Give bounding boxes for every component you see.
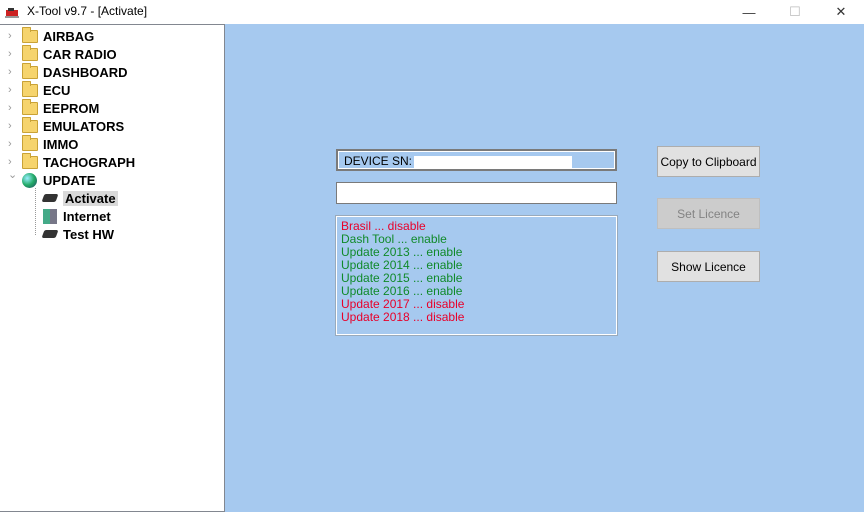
folder-icon	[22, 26, 38, 43]
expand-icon[interactable]: ›	[8, 48, 18, 60]
title-bar: X-Tool v9.7 - [Activate] — ☐ ✕	[0, 0, 864, 24]
tree-item-ecu[interactable]: › ECU	[8, 80, 71, 99]
tree-item-label: ECU	[43, 82, 71, 98]
expand-icon[interactable]: ›	[8, 66, 18, 78]
folder-icon	[22, 98, 38, 115]
set-licence-button[interactable]: Set Licence	[657, 198, 760, 229]
collapse-icon[interactable]: ⌄	[8, 168, 18, 181]
expand-icon[interactable]: ›	[8, 156, 18, 168]
tree-item-label: IMMO	[43, 136, 79, 152]
tree-item-label: TACHOGRAPH	[43, 154, 136, 170]
chip-icon	[41, 194, 59, 202]
tree-item-airbag[interactable]: › AIRBAG	[8, 26, 95, 45]
expand-icon[interactable]: ›	[8, 84, 18, 96]
tree-item-test-hw[interactable]: Test HW	[41, 225, 115, 243]
tree-item-tachograph[interactable]: › TACHOGRAPH	[8, 152, 136, 171]
licence-status-list: Brasil ... disable Dash Tool ... enable Up…	[335, 215, 618, 336]
tree-item-car-radio[interactable]: › CAR RADIO	[8, 44, 117, 63]
tree-item-internet[interactable]: Internet	[43, 207, 111, 225]
globe-icon	[22, 172, 37, 188]
tree-item-update[interactable]: ⌄ UPDATE	[8, 169, 96, 189]
tree-item-label: EEPROM	[43, 100, 100, 116]
window-title: X-Tool v9.7 - [Activate]	[27, 4, 148, 18]
tree-item-label: CAR RADIO	[43, 46, 117, 62]
expand-icon[interactable]: ›	[8, 30, 18, 42]
show-licence-button[interactable]: Show Licence	[657, 251, 760, 282]
tree-item-label: EMULATORS	[43, 118, 125, 134]
device-sn-field: DEVICE SN:	[336, 149, 617, 171]
folder-icon	[22, 116, 38, 133]
app-icon	[5, 8, 19, 18]
tree-item-label: Internet	[63, 208, 111, 224]
tree-item-label: DASHBOARD	[43, 64, 128, 80]
tree-item-label: Activate	[63, 190, 118, 206]
device-sn-label: DEVICE SN:	[344, 154, 413, 168]
tree-item-emulators[interactable]: › EMULATORS	[8, 116, 125, 135]
copy-to-clipboard-button[interactable]: Copy to Clipboard	[657, 146, 760, 177]
tree-item-immo[interactable]: › IMMO	[8, 134, 79, 153]
minimize-button[interactable]: —	[726, 0, 772, 24]
maximize-button[interactable]: ☐	[772, 0, 818, 24]
licence-input[interactable]	[336, 182, 617, 204]
tree-item-dashboard[interactable]: › DASHBOARD	[8, 62, 128, 81]
chip-icon	[41, 230, 59, 238]
close-button[interactable]: ✕	[818, 0, 864, 24]
folder-icon	[22, 44, 38, 61]
activate-panel: DEVICE SN: Brasil ... disable Dash Tool .…	[225, 24, 864, 512]
tree-item-eeprom[interactable]: › EEPROM	[8, 98, 100, 117]
folder-icon	[22, 62, 38, 79]
computer-icon	[43, 208, 57, 224]
expand-icon[interactable]: ›	[8, 138, 18, 150]
tree-connector	[35, 188, 43, 235]
tree-item-label: Test HW	[63, 226, 115, 242]
tree-item-label: AIRBAG	[43, 28, 95, 44]
category-tree[interactable]: › AIRBAG › CAR RADIO › DASHBOARD › ECU › EEPROM › E…	[0, 24, 225, 512]
expand-icon[interactable]: ›	[8, 102, 18, 114]
tree-item-activate[interactable]: Activate	[41, 189, 118, 207]
status-item: Update 2018 ... disable	[341, 310, 465, 324]
folder-icon	[22, 152, 38, 169]
folder-icon	[22, 134, 38, 151]
expand-icon[interactable]: ›	[8, 120, 18, 132]
device-sn-redacted	[414, 155, 573, 168]
tree-item-label: UPDATE	[43, 172, 96, 188]
folder-icon	[22, 80, 38, 97]
